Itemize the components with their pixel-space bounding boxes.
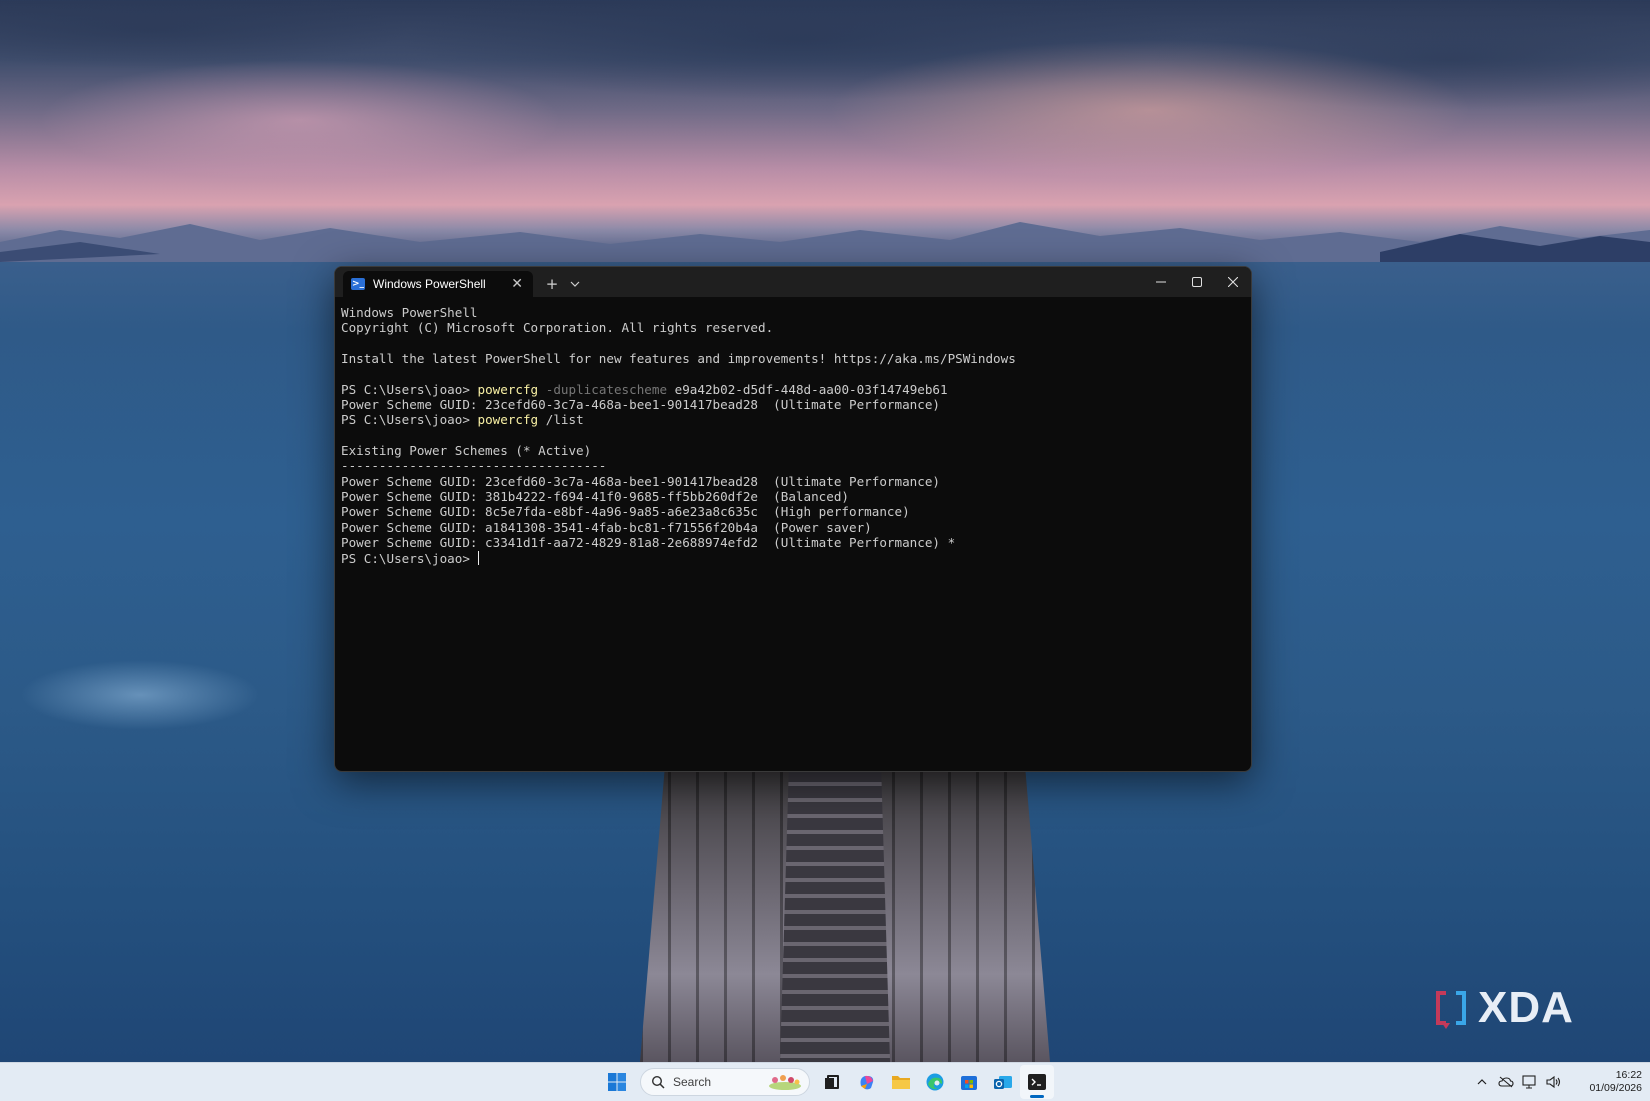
- outlook-button[interactable]: [986, 1065, 1020, 1099]
- console-output[interactable]: Windows PowerShell Copyright (C) Microsof…: [335, 297, 1251, 566]
- command-text: powercfg: [477, 381, 539, 397]
- search-highlight-doodle-icon: [769, 1075, 801, 1090]
- console-line: Power Scheme GUID: c3341d1f-aa72-4829-81…: [341, 535, 1251, 550]
- task-view-icon: [825, 1075, 839, 1089]
- parameter-text: -duplicatescheme: [538, 381, 668, 397]
- output-text: e9a42b02-d5df-448d-aa00-03f14749eb61: [667, 381, 948, 397]
- tab-dropdown-chevron-icon[interactable]: [565, 271, 585, 297]
- volume-icon[interactable]: [1542, 1070, 1566, 1094]
- output-text: Existing Power Schemes (* Active): [341, 443, 592, 459]
- search-placeholder: Search: [673, 1075, 712, 1089]
- minimize-button[interactable]: [1143, 267, 1179, 297]
- output-text: /list: [538, 412, 584, 428]
- output-text: Power Scheme GUID: 23cefd60-3c7a-468a-be…: [341, 473, 940, 489]
- distant-mountains: [0, 222, 1650, 262]
- network-display-icon[interactable]: [1518, 1070, 1542, 1094]
- console-line: Power Scheme GUID: 8c5e7fda-e8bf-4a96-9a…: [341, 504, 1251, 519]
- console-line: PS C:\Users\joao>: [341, 550, 1251, 566]
- windows-start-icon: [608, 1073, 626, 1091]
- pier-planks: [780, 770, 890, 1062]
- edge-button[interactable]: [918, 1065, 952, 1099]
- console-line: Power Scheme GUID: 381b4222-f694-41f0-96…: [341, 489, 1251, 504]
- powershell-icon: >_: [351, 278, 365, 290]
- maximize-button[interactable]: [1179, 267, 1215, 297]
- microsoft-store-icon: [961, 1076, 977, 1090]
- onedrive-offline-icon[interactable]: [1494, 1070, 1518, 1094]
- copilot-button[interactable]: [850, 1065, 884, 1099]
- output-text: Power Scheme GUID: 8c5e7fda-e8bf-4a96-9a…: [341, 504, 910, 520]
- copilot-icon: [860, 1075, 874, 1090]
- taskbar-apps: Search: [600, 1063, 1054, 1101]
- xda-watermark: XDA: [1432, 986, 1574, 1030]
- water-mist: [20, 660, 260, 730]
- console-line: Windows PowerShell: [341, 305, 1251, 320]
- outlook-icon: [994, 1076, 1012, 1089]
- output-text: Power Scheme GUID: a1841308-3541-4fab-bc…: [341, 519, 872, 535]
- edge-icon: [926, 1073, 944, 1091]
- output-text: Copyright (C) Microsoft Corporation. All…: [341, 320, 774, 336]
- output-text: PS C:\Users\joao>: [341, 550, 478, 566]
- clock-date-label: 01/09/2026: [1589, 1082, 1642, 1094]
- microsoft-store-button[interactable]: [952, 1065, 986, 1099]
- console-line: Power Scheme GUID: a1841308-3541-4fab-bc…: [341, 520, 1251, 535]
- console-line: PS C:\Users\joao> powercfg -duplicatesch…: [341, 382, 1251, 397]
- search-icon: [651, 1075, 665, 1089]
- new-tab-button[interactable]: +: [539, 271, 565, 297]
- text-cursor: [478, 550, 480, 565]
- task-view-button[interactable]: [816, 1065, 850, 1099]
- output-text: Windows PowerShell: [341, 305, 478, 320]
- console-line: -----------------------------------: [341, 458, 1251, 473]
- output-text: PS C:\Users\joao>: [341, 381, 478, 397]
- tab-title: Windows PowerShell: [373, 277, 486, 291]
- taskbar-search-box[interactable]: Search: [640, 1068, 810, 1096]
- output-text: Power Scheme GUID: c3341d1f-aa72-4829-81…: [341, 535, 956, 551]
- tab-windows-powershell[interactable]: >_ Windows PowerShell ✕: [343, 271, 533, 297]
- console-line: Power Scheme GUID: 23cefd60-3c7a-468a-be…: [341, 397, 1251, 412]
- console-line: Power Scheme GUID: 23cefd60-3c7a-468a-be…: [341, 474, 1251, 489]
- file-explorer-icon: [892, 1076, 910, 1089]
- xda-wordmark: XDA: [1478, 983, 1574, 1032]
- terminal-titlebar[interactable]: >_ Windows PowerShell ✕ +: [335, 267, 1251, 297]
- terminal-window[interactable]: >_ Windows PowerShell ✕ + Windows PowerS…: [334, 266, 1252, 772]
- window-controls: [1143, 267, 1251, 297]
- terminal-taskbar-button[interactable]: [1020, 1065, 1054, 1099]
- clock-date[interactable]: 16:22 01/09/2026: [1572, 1069, 1642, 1095]
- output-text: PS C:\Users\joao>: [341, 412, 478, 428]
- console-line: Install the latest PowerShell for new fe…: [341, 351, 1251, 366]
- taskbar: Search 16:22 01/09/2026: [0, 1062, 1650, 1101]
- start-button[interactable]: [600, 1065, 634, 1099]
- show-hidden-icons-chevron-icon[interactable]: [1470, 1070, 1494, 1094]
- output-text: -----------------------------------: [341, 458, 607, 474]
- console-line: Existing Power Schemes (* Active): [341, 443, 1251, 458]
- xda-logo-icon: [1436, 991, 1466, 1029]
- clock-time: 16:22: [1615, 1069, 1642, 1081]
- terminal-icon: [1028, 1074, 1046, 1090]
- close-window-button[interactable]: [1215, 267, 1251, 297]
- console-line: Copyright (C) Microsoft Corporation. All…: [341, 320, 1251, 335]
- file-explorer-button[interactable]: [884, 1065, 918, 1099]
- console-line: PS C:\Users\joao> powercfg /list: [341, 412, 1251, 427]
- output-text: Install the latest PowerShell for new fe…: [341, 351, 1016, 367]
- command-text: powercfg: [477, 412, 539, 428]
- close-tab-icon[interactable]: ✕: [511, 276, 523, 292]
- output-text: Power Scheme GUID: 381b4222-f694-41f0-96…: [341, 489, 849, 505]
- system-tray: 16:22 01/09/2026: [1470, 1063, 1650, 1101]
- output-text: Power Scheme GUID: 23cefd60-3c7a-468a-be…: [341, 397, 940, 413]
- sky-clouds: [0, 0, 1650, 230]
- active-app-indicator: [1030, 1095, 1044, 1098]
